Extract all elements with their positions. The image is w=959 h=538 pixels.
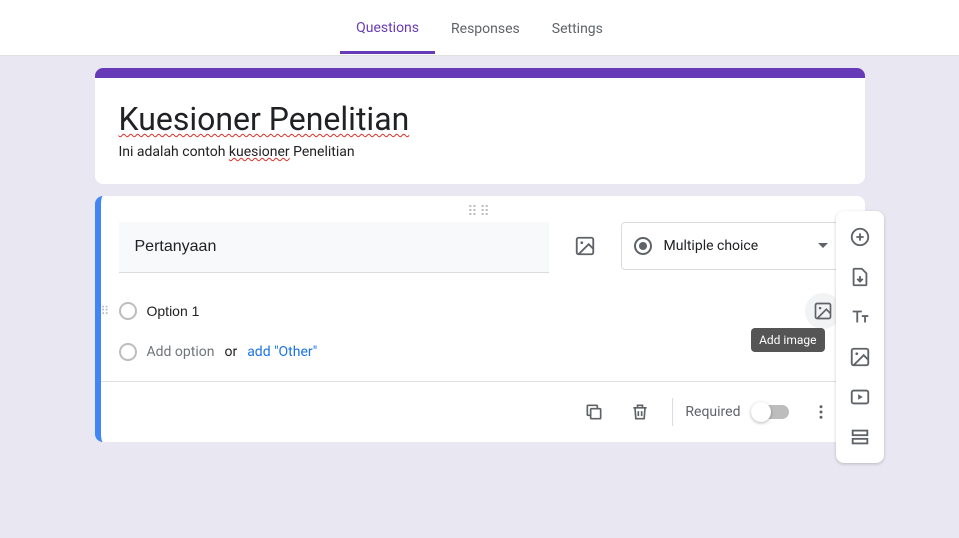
type-label: Multiple choice	[664, 238, 818, 254]
divider	[101, 381, 865, 382]
import-questions-button[interactable]	[842, 259, 878, 295]
copy-icon	[584, 402, 604, 422]
add-image-to-question-button[interactable]	[565, 222, 605, 270]
form-description[interactable]: Ini adalah contoh kuesioner Penelitian	[119, 144, 841, 160]
image-icon	[574, 235, 596, 257]
form-header-card[interactable]: Kuesioner Penelitian Ini adalah contoh k…	[95, 68, 865, 184]
add-video-button[interactable]	[842, 379, 878, 415]
required-toggle[interactable]	[753, 405, 789, 419]
section-icon	[849, 426, 871, 448]
radio-icon	[634, 237, 652, 255]
import-icon	[849, 266, 871, 288]
question-header-row: Multiple choice	[119, 222, 841, 273]
form-title[interactable]: Kuesioner Penelitian	[119, 100, 410, 138]
add-image-button[interactable]	[842, 339, 878, 375]
main-area: Kuesioner Penelitian Ini adalah contoh k…	[0, 56, 959, 442]
plus-circle-icon	[849, 226, 871, 248]
desc-text-2: Penelitian	[290, 144, 355, 160]
side-toolbar	[836, 211, 884, 463]
add-section-button[interactable]	[842, 419, 878, 455]
add-option-button[interactable]: Add option	[147, 344, 215, 360]
tooltip: Add image	[751, 328, 824, 352]
or-text: or	[224, 344, 237, 360]
form-column: Kuesioner Penelitian Ini adalah contoh k…	[95, 68, 865, 442]
add-title-button[interactable]	[842, 299, 878, 335]
tab-responses[interactable]: Responses	[435, 3, 536, 53]
video-icon	[849, 386, 871, 408]
image-icon	[813, 301, 833, 321]
desc-text-squiggle: kuesioner	[229, 144, 290, 160]
radio-placeholder-icon	[119, 343, 137, 361]
question-type-select[interactable]: Multiple choice	[621, 222, 841, 270]
chevron-down-icon	[818, 243, 828, 249]
duplicate-button[interactable]	[574, 392, 614, 432]
add-other-button[interactable]: add "Other"	[247, 344, 317, 360]
option-row: ⠿	[119, 293, 841, 329]
drag-handle-icon[interactable]: ⠿	[101, 304, 110, 318]
add-option-row: Add option or add "Other"	[119, 343, 841, 361]
question-footer: Required	[119, 392, 841, 432]
radio-placeholder-icon	[119, 302, 137, 320]
tab-questions[interactable]: Questions	[340, 2, 435, 54]
question-card: ⠿⠿ Multiple choice ⠿	[95, 196, 865, 442]
drag-handle-icon[interactable]: ⠿⠿	[119, 204, 841, 222]
text-icon	[849, 306, 871, 328]
desc-text-1: Ini adalah contoh	[119, 144, 229, 160]
separator	[672, 398, 673, 426]
delete-button[interactable]	[620, 392, 660, 432]
more-vert-icon	[812, 403, 830, 421]
more-options-button[interactable]	[801, 392, 841, 432]
add-question-button[interactable]	[842, 219, 878, 255]
image-icon	[849, 346, 871, 368]
required-label: Required	[685, 404, 740, 420]
question-input[interactable]	[119, 222, 549, 273]
top-tabs: Questions Responses Settings	[0, 0, 959, 56]
tab-settings[interactable]: Settings	[536, 3, 619, 53]
option-input[interactable]	[147, 297, 795, 326]
trash-icon	[630, 402, 650, 422]
